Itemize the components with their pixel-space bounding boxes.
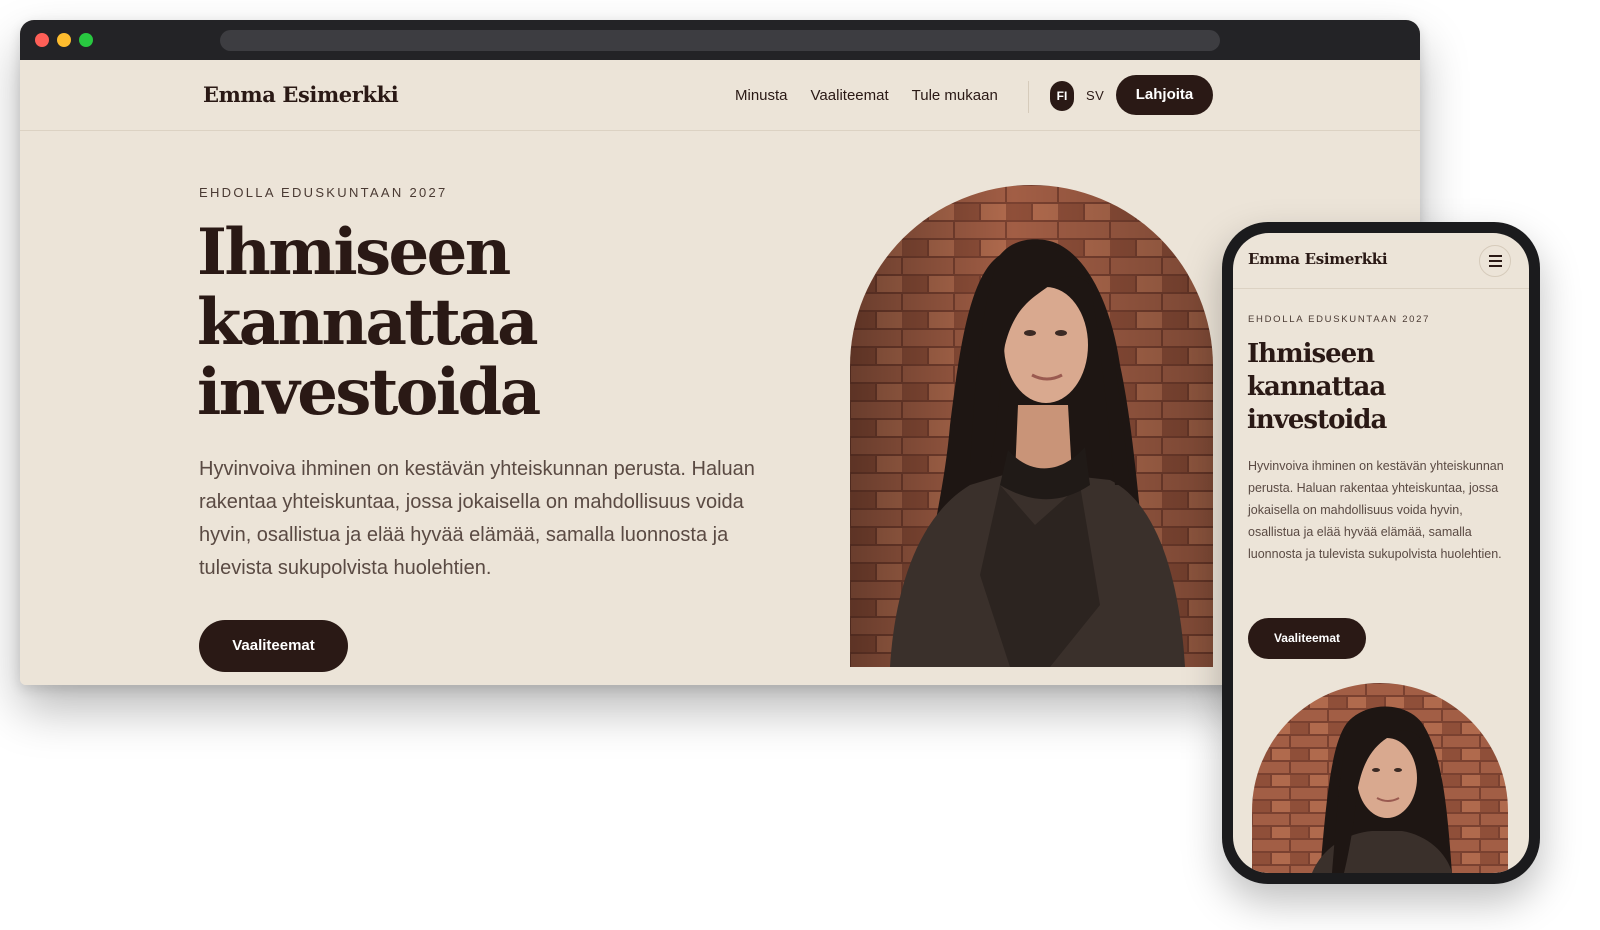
hero-lead: Hyvinvoiva ihminen on kestävän yhteiskun… xyxy=(199,458,755,579)
mobile-hero-headline: Ihmiseen kannattaa investoida xyxy=(1247,338,1517,437)
window-minimize-button[interactable] xyxy=(57,33,71,47)
window-close-button[interactable] xyxy=(35,33,49,47)
window-maximize-button[interactable] xyxy=(79,33,93,47)
desktop-browser-window: Emma Esimerkki Minusta Vaaliteemat Tule … xyxy=(20,20,1420,685)
mobile-hero-lead: Hyvinvoiva ihminen on kestävän yhteiskun… xyxy=(1248,459,1504,561)
language-fi-button[interactable]: FI xyxy=(1050,81,1074,111)
mobile-site: Emma Esimerkki EHDOLLA EDUSKUNTAAN 2027 … xyxy=(1233,233,1529,873)
hero-eyebrow: EHDOLLA EDUSKUNTAAN 2027 xyxy=(199,185,448,200)
hero-headline: Ihmiseen kannattaa investoida xyxy=(197,218,757,428)
mobile-candidate-portrait xyxy=(1252,683,1508,873)
language-sv-button[interactable]: SV xyxy=(1086,88,1104,103)
nav-link-tule-mukaan[interactable]: Tule mukaan xyxy=(912,87,998,104)
headline-line-3: investoida xyxy=(197,355,541,430)
hamburger-icon-bar xyxy=(1488,255,1502,257)
site-header: Emma Esimerkki Minusta Vaaliteemat Tule … xyxy=(20,60,1420,131)
mobile-vaaliteemat-button[interactable]: Vaaliteemat xyxy=(1248,618,1366,659)
nav-divider xyxy=(1028,81,1029,113)
mobile-headline-line-3: investoida xyxy=(1247,405,1387,435)
nav-link-minusta[interactable]: Minusta xyxy=(735,87,788,104)
candidate-portrait xyxy=(850,185,1213,667)
donate-button[interactable]: Lahjoita xyxy=(1116,75,1213,115)
headline-line-1: Ihmiseen xyxy=(197,215,511,290)
headline-line-2: kannattaa xyxy=(197,285,539,360)
mobile-phone-frame: Emma Esimerkki EHDOLLA EDUSKUNTAAN 2027 … xyxy=(1222,222,1540,884)
site-brand[interactable]: Emma Esimerkki xyxy=(203,82,399,107)
hamburger-icon-bar xyxy=(1488,265,1502,267)
address-bar[interactable] xyxy=(220,30,1220,51)
mobile-site-brand[interactable]: Emma Esimerkki xyxy=(1248,250,1388,268)
mobile-headline-line-2: kannattaa xyxy=(1247,372,1386,402)
desktop-site: Emma Esimerkki Minusta Vaaliteemat Tule … xyxy=(20,60,1420,685)
hamburger-icon-bar xyxy=(1488,260,1502,262)
hamburger-icon[interactable] xyxy=(1479,245,1511,277)
mobile-hero-eyebrow: EHDOLLA EDUSKUNTAAN 2027 xyxy=(1248,314,1431,325)
browser-titlebar xyxy=(20,20,1420,60)
vaaliteemat-button[interactable]: Vaaliteemat xyxy=(199,620,348,672)
main-nav: Minusta Vaaliteemat Tule mukaan xyxy=(735,87,1021,104)
nav-link-vaaliteemat[interactable]: Vaaliteemat xyxy=(811,87,889,104)
mobile-header: Emma Esimerkki xyxy=(1233,233,1529,289)
mobile-headline-line-1: Ihmiseen xyxy=(1247,339,1375,369)
